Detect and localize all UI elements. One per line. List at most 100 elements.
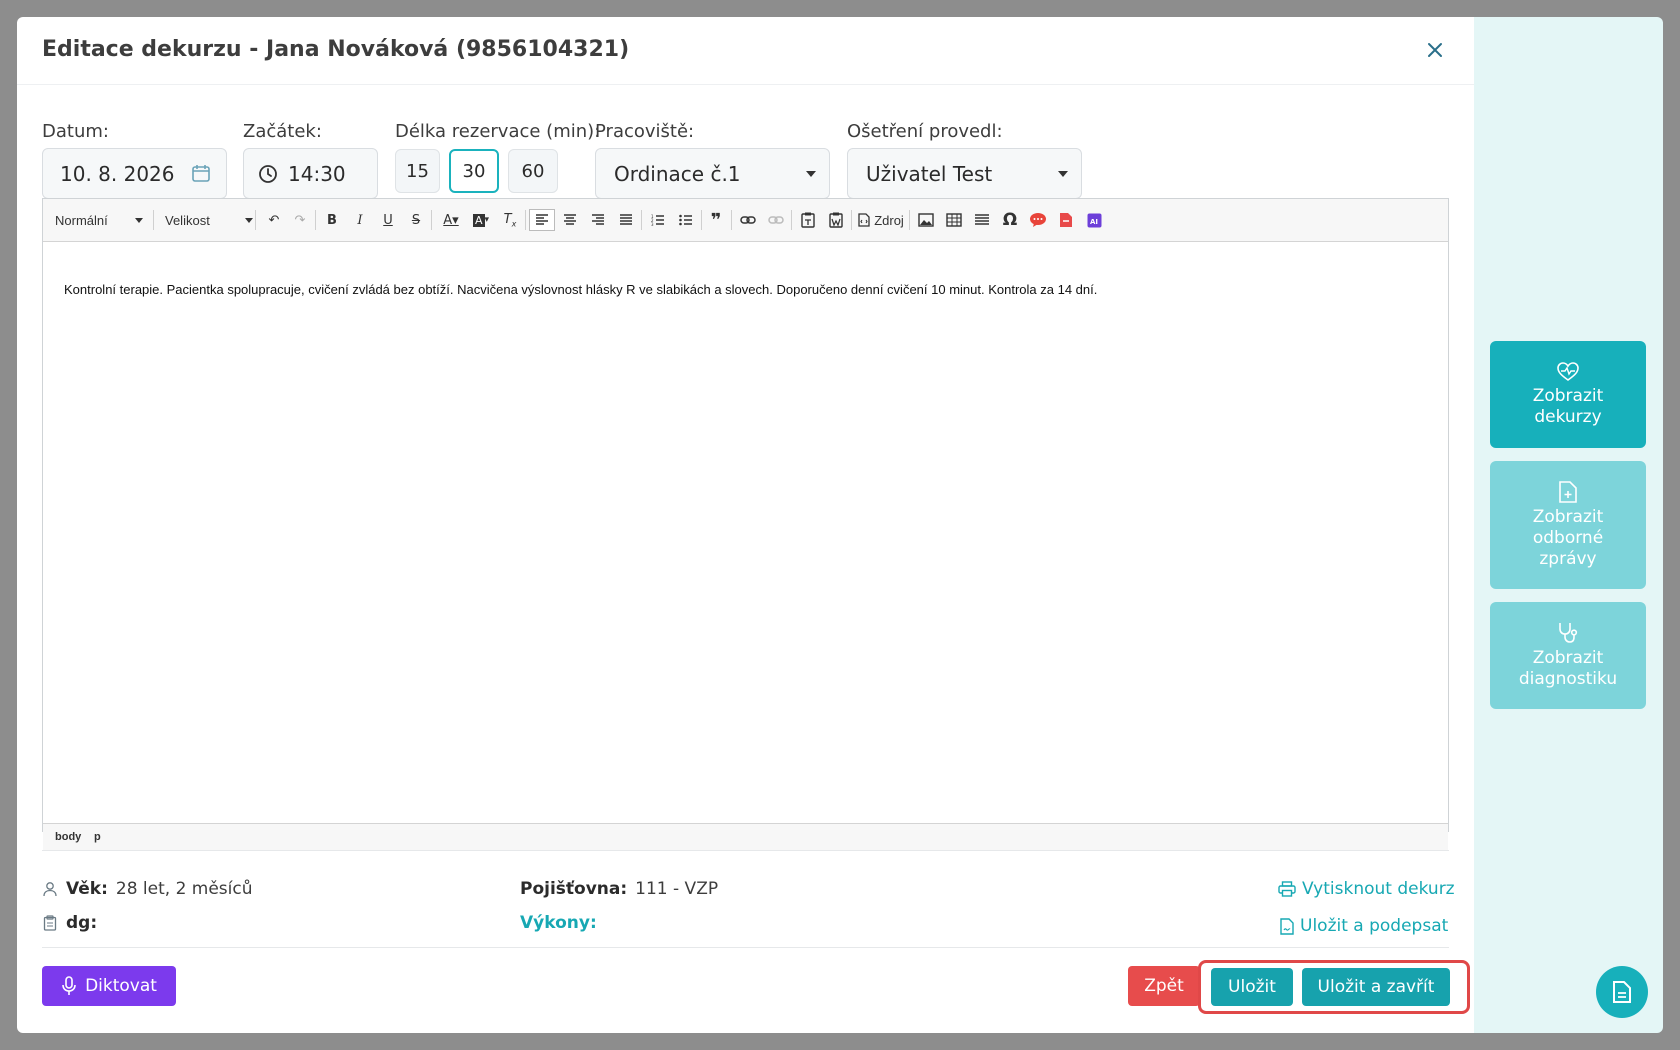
dictate-button[interactable]: Diktovat xyxy=(42,966,176,1006)
show-diagnostics-button[interactable]: Zobrazit diagnostiku xyxy=(1490,602,1646,709)
background-color-button[interactable]: A ▾ xyxy=(467,209,495,231)
table-icon xyxy=(946,213,962,227)
floating-document-button[interactable] xyxy=(1596,966,1648,1018)
show-reports-label: Zobrazit odborné zprávy xyxy=(1532,506,1604,569)
undo-icon: ↶ xyxy=(268,212,280,228)
microphone-icon xyxy=(62,976,76,995)
svg-text:3: 3 xyxy=(651,222,654,226)
special-char-button[interactable]: Ω xyxy=(999,209,1021,231)
undo-button[interactable]: ↶ xyxy=(263,209,285,231)
heart-pulse-icon xyxy=(1557,361,1579,381)
bold-button[interactable]: B xyxy=(321,209,343,231)
print-decourse-link[interactable]: Vytisknout dekurz xyxy=(1278,879,1455,899)
pdf-button[interactable] xyxy=(1055,209,1077,231)
numbered-list-icon: 123 xyxy=(651,214,664,226)
clock-icon xyxy=(259,164,277,183)
paste-word-button[interactable] xyxy=(825,209,847,231)
close-button[interactable] xyxy=(1422,37,1448,63)
show-records-button[interactable]: Zobrazit dekurzy xyxy=(1490,341,1646,448)
chevron-down-icon xyxy=(1058,171,1068,177)
user-icon xyxy=(43,882,57,897)
decourse-edit-modal: Editace dekurzu - Jana Nováková (9856104… xyxy=(17,17,1474,1033)
comment-button[interactable] xyxy=(1027,209,1049,231)
format-select[interactable]: Normální xyxy=(55,209,145,231)
bullet-list-button[interactable] xyxy=(675,209,697,231)
redo-icon: ↷ xyxy=(294,212,306,228)
image-button[interactable] xyxy=(915,209,937,231)
save-and-sign-link[interactable]: Uložit a podepsat xyxy=(1280,916,1448,936)
redo-button[interactable]: ↷ xyxy=(289,209,311,231)
horizontal-line-button[interactable] xyxy=(971,209,993,231)
blockquote-button[interactable]: ❞ xyxy=(705,209,727,231)
editor-content[interactable]: Kontrolní terapie. Pacientka spolupracuj… xyxy=(64,282,1097,297)
performer-value: Uživatel Test xyxy=(866,161,993,186)
justify-button[interactable] xyxy=(615,209,637,231)
strikethrough-button[interactable]: S xyxy=(405,209,427,231)
start-label: Začátek: xyxy=(243,121,322,142)
link-button[interactable] xyxy=(737,209,759,231)
dictate-label: Diktovat xyxy=(85,976,157,996)
chevron-down-icon xyxy=(806,171,816,177)
start-time-field[interactable]: 14:30 xyxy=(243,148,378,199)
table-button[interactable] xyxy=(943,209,965,231)
align-left-button[interactable] xyxy=(529,209,555,231)
numbered-list-button[interactable]: 123 xyxy=(647,209,669,231)
clipboard-icon xyxy=(43,915,57,931)
procedures-label[interactable]: Výkony: xyxy=(520,913,597,933)
paste-text-button[interactable] xyxy=(797,209,819,231)
source-button[interactable]: Zdroj xyxy=(855,209,907,231)
insurance-value: 111 - VZP xyxy=(635,879,719,899)
toolbar-separator xyxy=(153,210,154,230)
toolbar-separator xyxy=(731,210,732,230)
duration-label: Délka rezervace (min): xyxy=(395,121,601,142)
back-button[interactable]: Zpět xyxy=(1128,966,1200,1006)
toolbar-separator xyxy=(791,210,792,230)
editor-toolbar: Normální Velikost ↶ ↷ B I U S A▾ A▾ Tx xyxy=(43,199,1448,242)
workplace-select[interactable]: Ordinace č.1 xyxy=(595,148,830,199)
unlink-button[interactable] xyxy=(765,209,787,231)
text-color-button[interactable]: A▾ xyxy=(437,209,465,231)
duration-30-button[interactable]: 30 xyxy=(449,149,499,193)
close-icon xyxy=(1428,43,1442,57)
remove-format-icon: Tx xyxy=(503,211,517,229)
remove-format-button[interactable]: Tx xyxy=(499,209,521,231)
divider xyxy=(42,947,1449,948)
omega-icon: Ω xyxy=(1002,210,1018,230)
insurance-label: Pojišťovna: xyxy=(520,879,628,899)
divider xyxy=(42,850,1449,851)
italic-button[interactable]: I xyxy=(349,209,371,231)
performer-select[interactable]: Uživatel Test xyxy=(847,148,1082,199)
align-right-button[interactable] xyxy=(587,209,609,231)
image-icon xyxy=(918,213,934,227)
underline-button[interactable]: U xyxy=(377,209,399,231)
chevron-down-icon xyxy=(135,218,143,223)
procedures-info: Výkony: xyxy=(520,913,597,933)
calendar-icon[interactable] xyxy=(191,163,211,183)
source-icon xyxy=(858,213,870,227)
date-field[interactable]: 10. 8. 2026 xyxy=(42,148,227,199)
duration-15-button[interactable]: 15 xyxy=(395,149,440,193)
ai-button[interactable]: AI xyxy=(1083,209,1105,231)
modal-header: Editace dekurzu - Jana Nováková (9856104… xyxy=(17,17,1474,85)
performer-label: Ošetření provedl: xyxy=(847,121,1003,142)
age-label: Věk: xyxy=(66,879,108,899)
show-reports-button[interactable]: Zobrazit odborné zprávy xyxy=(1490,461,1646,589)
path-body[interactable]: body xyxy=(55,831,81,843)
show-diagnostics-label: Zobrazit diagnostiku xyxy=(1518,647,1618,689)
document-icon xyxy=(1613,981,1631,1003)
align-center-icon xyxy=(564,214,576,225)
size-select[interactable]: Velikost xyxy=(165,209,255,231)
background-color-icon: A xyxy=(472,213,485,227)
align-center-button[interactable] xyxy=(559,209,581,231)
paste-word-icon xyxy=(829,212,843,228)
source-label: Zdroj xyxy=(874,212,904,228)
bold-icon: B xyxy=(327,212,337,228)
chevron-down-icon xyxy=(245,218,253,223)
duration-60-button[interactable]: 60 xyxy=(508,149,558,193)
path-p[interactable]: p xyxy=(94,831,101,843)
horizontal-line-icon xyxy=(975,214,989,225)
show-records-label: Zobrazit dekurzy xyxy=(1532,385,1604,427)
justify-icon xyxy=(620,214,632,225)
toolbar-separator xyxy=(851,210,852,230)
toolbar-separator xyxy=(525,210,526,230)
